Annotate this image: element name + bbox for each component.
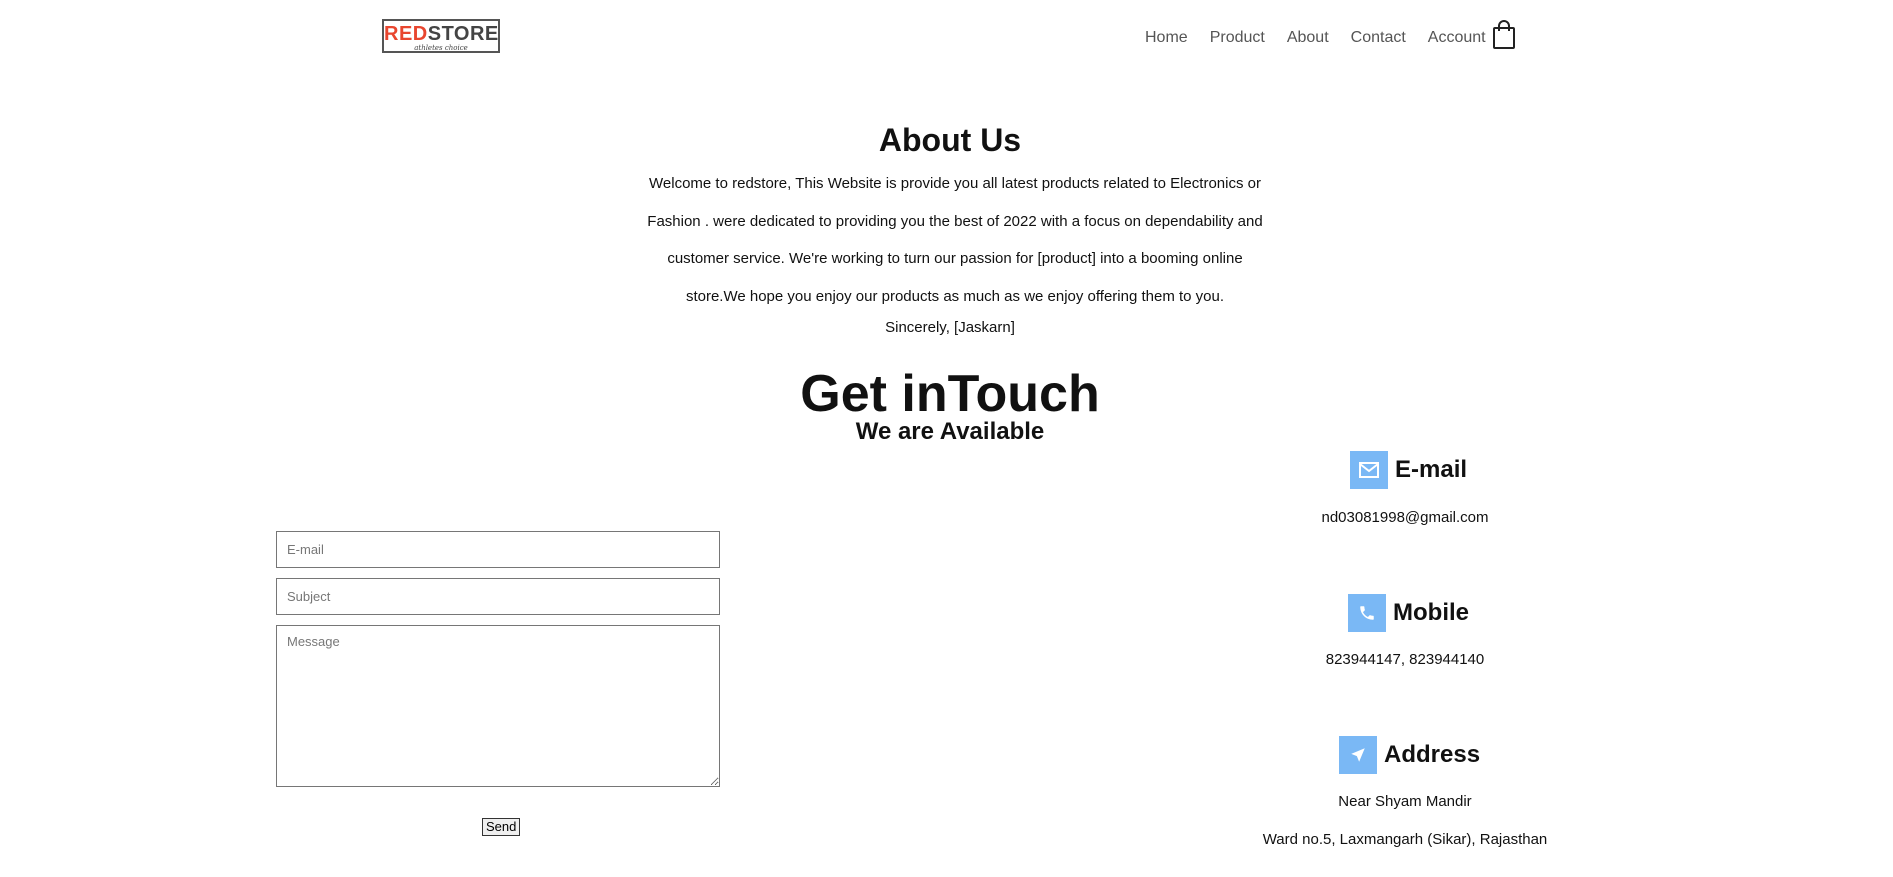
- phone-icon: [1348, 594, 1386, 632]
- mobile-heading: Mobile: [1348, 594, 1469, 632]
- address-line-2: Ward no.5, Laxmangarh (Sikar), Rajasthan: [1262, 831, 1548, 848]
- message-field[interactable]: [276, 625, 720, 787]
- logo-store-text: STORE: [427, 23, 499, 45]
- email-title: E-mail: [1395, 456, 1468, 483]
- email-field[interactable]: [276, 531, 720, 568]
- shopping-bag-icon[interactable]: [1492, 20, 1516, 50]
- nav-home[interactable]: Home: [1145, 27, 1188, 49]
- send-button[interactable]: Send: [482, 818, 521, 836]
- get-in-touch-title: Get inTouch: [800, 365, 1100, 423]
- nav-product[interactable]: Product: [1210, 27, 1265, 49]
- location-arrow-icon: [1339, 736, 1377, 774]
- available-subtitle: We are Available: [855, 418, 1045, 445]
- about-paragraph: Welcome to redstore, This Website is pro…: [647, 175, 1263, 305]
- address-heading: Address: [1339, 736, 1480, 774]
- mobile-title: Mobile: [1393, 599, 1469, 626]
- site-logo[interactable]: REDSTORE athletes choice: [382, 19, 500, 53]
- email-value: nd03081998@gmail.com: [1321, 509, 1489, 526]
- subject-field[interactable]: [276, 578, 720, 615]
- address-title: Address: [1384, 741, 1481, 768]
- nav-contact[interactable]: Contact: [1351, 27, 1406, 49]
- email-heading: E-mail: [1350, 451, 1467, 489]
- envelope-icon: [1350, 451, 1388, 489]
- logo-tagline: athletes choice: [414, 44, 468, 52]
- main-nav: Home Product About Contact Account: [1145, 27, 1508, 49]
- mobile-value: 823944147, 823944140: [1325, 651, 1485, 668]
- nav-account[interactable]: Account: [1428, 27, 1486, 49]
- nav-about[interactable]: About: [1287, 27, 1329, 49]
- address-line-1: Near Shyam Mandir: [1338, 793, 1472, 810]
- about-title: About Us: [878, 122, 1022, 158]
- logo-red-text: RED: [384, 23, 428, 45]
- about-signoff: Sincerely, [Jaskarn]: [885, 319, 1015, 336]
